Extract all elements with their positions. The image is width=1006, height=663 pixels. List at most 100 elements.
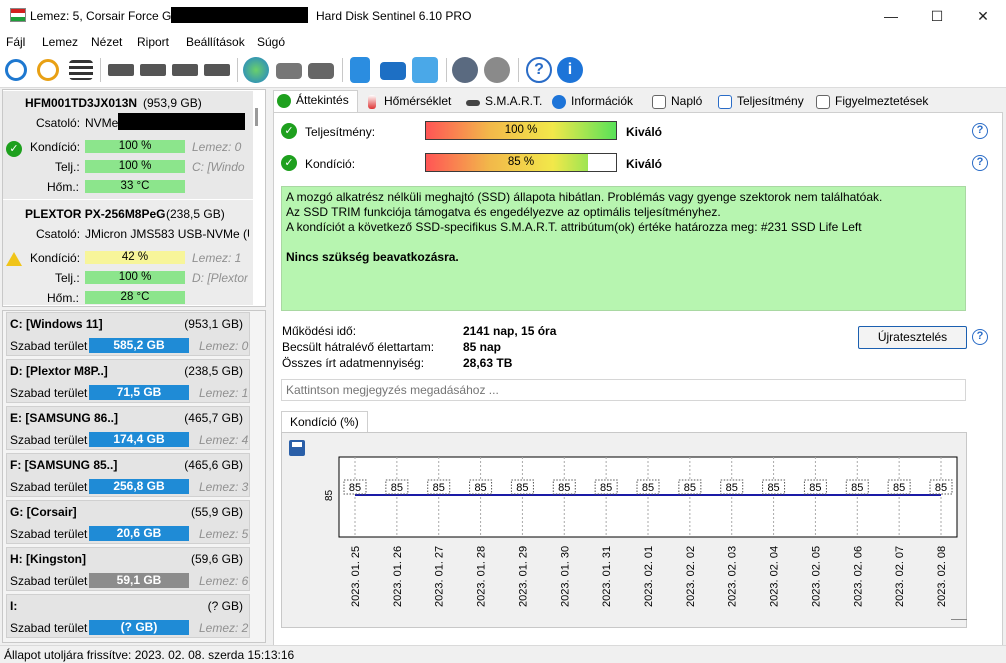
tab-alerts[interactable]: Figyelmeztetések — [813, 92, 928, 113]
tab-log[interactable]: Napló — [649, 92, 702, 113]
status-action: Nincs szükség beavatkozásra. — [286, 250, 459, 264]
resize-grip[interactable] — [951, 619, 967, 620]
network-disk-icon[interactable] — [276, 63, 302, 79]
comment-input[interactable] — [281, 379, 966, 401]
tab-smart[interactable]: S.M.A.R.T. — [463, 92, 542, 113]
retest-button[interactable]: Újratesztelés — [858, 326, 967, 349]
partition-disk: Lemez: 5 — [199, 527, 249, 541]
partition-name: C: [Windows 11] — [10, 317, 103, 331]
disk-name: HFM001TD3JX013N — [25, 96, 138, 110]
partition-item[interactable]: D: [Plextor M8P..] (238,5 GB) Szabad ter… — [6, 359, 250, 403]
redaction-bar — [118, 113, 245, 130]
minimize-button[interactable]: — — [868, 0, 914, 32]
scrollbar-thumb[interactable] — [255, 108, 258, 126]
disk-check-icon[interactable] — [172, 64, 198, 76]
data-label: 85 — [726, 482, 738, 494]
condition-gauge: 85 % — [425, 153, 617, 172]
disk-clock-icon[interactable] — [140, 64, 166, 76]
disk-icon[interactable] — [108, 64, 134, 76]
report-icon[interactable] — [350, 57, 370, 83]
x-tick-label: 2023. 02. 07 — [894, 546, 906, 607]
partition-item[interactable]: H: [Kingston] (59,6 GB) Szabad terület 5… — [6, 547, 250, 591]
data-label: 85 — [391, 482, 403, 494]
data-label: 85 — [767, 482, 779, 494]
condition-value: 85 % — [507, 156, 535, 168]
settings-icon[interactable] — [452, 57, 478, 83]
partition-size: (953,1 GB) — [184, 317, 243, 331]
condition-chart: 85 85 85 85 85 85 85 85 85 85 85 85 85 85 85 85 2023. 01… — [324, 456, 958, 607]
partition-item[interactable]: G: [Corsair] (55,9 GB) Szabad terület 20… — [6, 500, 250, 544]
menu-settings[interactable]: Beállítások — [186, 35, 245, 49]
written-label: Összes írt adatmennyiség: — [282, 356, 425, 370]
connector-label: Csatoló: — [36, 227, 81, 241]
partition-item[interactable]: F: [SAMSUNG 85..] (465,6 GB) Szabad terü… — [6, 453, 250, 497]
tab-label: Figyelmeztetések — [835, 94, 929, 108]
x-tick-label: 2023. 01. 27 — [434, 546, 446, 607]
globe-icon[interactable] — [243, 57, 269, 83]
partition-item[interactable]: E: [SAMSUNG 86..] (465,7 GB) Szabad terü… — [6, 406, 250, 450]
disk-card-0[interactable]: HFM001TD3JX013N (953,9 GB) Csatoló: NVMe… — [3, 91, 253, 199]
disk-card-1[interactable]: PLEXTOR PX-256M8PeG (238,5 GB) Csatoló: … — [3, 200, 253, 305]
menu-file[interactable]: Fájl — [6, 35, 25, 49]
free-space-bar: 174,4 GB — [89, 432, 189, 447]
close-button[interactable]: ✕ — [960, 0, 1006, 32]
tab-label: Információk — [571, 94, 634, 108]
menu-view[interactable]: Nézet — [91, 35, 122, 49]
tab-label: Teljesítmény — [737, 94, 804, 108]
menu-report[interactable]: Riport — [137, 35, 169, 49]
x-tick-label: 2023. 02. 04 — [769, 546, 781, 607]
tab-information[interactable]: Információk — [549, 92, 633, 113]
maximize-button[interactable]: ☐ — [914, 0, 960, 32]
help-icon[interactable]: ? — [972, 329, 988, 345]
free-space-bar: (? GB) — [89, 620, 189, 635]
temp-bar: 28 °C — [85, 291, 185, 304]
partition-size: (465,7 GB) — [184, 411, 243, 425]
x-tick-label: 2023. 01. 25 — [350, 546, 362, 607]
mail-icon[interactable] — [380, 62, 406, 80]
usb-disk-icon[interactable] — [308, 63, 334, 79]
window-title-product: Hard Disk Sentinel 6.10 PRO — [316, 9, 472, 23]
tab-label: Áttekintés — [296, 93, 349, 107]
data-label: 85 — [516, 482, 528, 494]
partition-item[interactable]: I: (? GB) Szabad terület (? GB) Lemez: 2 — [6, 594, 250, 638]
sound-icon[interactable] — [484, 57, 510, 83]
partition-name: E: [SAMSUNG 86..] — [10, 411, 119, 425]
condition-label: Kondíció: — [305, 157, 356, 171]
written-value: 28,63 TB — [463, 356, 513, 370]
tab-performance[interactable]: Teljesítmény — [715, 92, 804, 113]
document-icon — [652, 95, 666, 109]
partition-name: D: [Plextor M8P..] — [10, 364, 108, 378]
tab-overview[interactable]: Áttekintés — [273, 90, 358, 113]
check-icon — [277, 94, 291, 108]
partition-name: G: [Corsair] — [10, 505, 77, 519]
partition-name: F: [SAMSUNG 85..] — [10, 458, 118, 472]
free-space-label: Szabad terület — [10, 433, 88, 447]
partition-disk: Lemez: 4 — [199, 433, 249, 447]
ok-check-icon: ✓ — [281, 123, 297, 139]
refresh-icon[interactable] — [5, 59, 27, 81]
partition-item[interactable]: C: [Windows 11] (953,1 GB) Szabad terüle… — [6, 312, 250, 356]
chart-tab-condition[interactable]: Kondíció (%) — [281, 411, 368, 433]
temp-label: Hőm.: — [47, 180, 80, 194]
help-icon[interactable]: ? — [526, 57, 552, 83]
refresh-warning-icon[interactable] — [37, 59, 59, 81]
help-icon[interactable]: ? — [972, 155, 988, 171]
info-icon — [552, 95, 566, 109]
network-icon[interactable] — [412, 57, 438, 83]
disk-size: (953,9 GB) — [143, 96, 202, 110]
status-line: A mozgó alkatrész nélküli meghajtó (SSD)… — [286, 190, 883, 204]
tab-label: Hőmérséklet — [384, 94, 452, 108]
data-label: 85 — [558, 482, 570, 494]
partition-disk: Lemez: 2 — [199, 621, 249, 635]
free-space-label: Szabad terület — [10, 480, 88, 494]
disk-search-icon[interactable] — [204, 64, 230, 76]
menu-help[interactable]: Súgó — [257, 35, 285, 49]
info-icon[interactable]: i — [557, 57, 583, 83]
ok-check-icon: ✓ — [6, 141, 22, 157]
data-label: 85 — [893, 482, 905, 494]
menu-disk[interactable]: Lemez — [42, 35, 78, 49]
tab-temperature[interactable]: Hőmérséklet — [362, 92, 451, 113]
chart-icon — [718, 95, 732, 109]
help-icon[interactable]: ? — [972, 123, 988, 139]
disk-list-icon[interactable] — [69, 60, 93, 80]
